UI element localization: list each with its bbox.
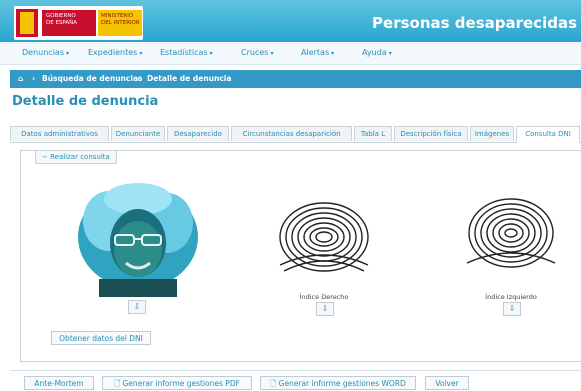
divider <box>10 370 581 371</box>
tab-datos-administrativos[interactable]: Datos administrativos <box>10 126 109 141</box>
caret-down-icon: ▾ <box>209 50 213 57</box>
tab-circunstancias[interactable]: Circunstancias desaparición <box>231 126 352 141</box>
tab-imagenes[interactable]: Imágenes <box>470 126 514 141</box>
caret-down-icon: ▾ <box>65 50 69 57</box>
tab-bar: Datos administrativos Denunciante Desapa… <box>10 126 581 143</box>
menu-estadisticas[interactable]: Estadísticas ▾ <box>160 48 213 57</box>
logo-gobierno: GOBIERNO DE ESPAÑA <box>42 10 96 36</box>
left-index-label: Índice Izquierdo <box>485 293 537 301</box>
download-icon: ⇩ <box>508 304 516 313</box>
caret-down-icon: ▾ <box>270 50 274 57</box>
page-title: Detalle de denuncia <box>12 94 159 109</box>
breadcrumb-separator: › <box>32 74 36 83</box>
menu-expedientes[interactable]: Expedientes ▾ <box>88 48 142 57</box>
menu-ayuda[interactable]: Ayuda ▾ <box>362 48 392 57</box>
caret-down-icon: ▾ <box>388 50 392 57</box>
caret-down-icon: ▾ <box>331 50 335 57</box>
app-title: Personas desaparecidas <box>372 14 577 32</box>
tab-tabla-l[interactable]: Tabla L <box>354 126 392 141</box>
coat-of-arms-shield-icon <box>20 12 34 34</box>
tab-descripcion-fisica[interactable]: Descripción física <box>394 126 468 141</box>
menu-cruces[interactable]: Cruces ▾ <box>241 48 273 57</box>
government-logo: GOBIERNO DE ESPAÑA MINISTERIO DEL INTERI… <box>14 6 143 40</box>
breadcrumb-detalle: Detalle de denuncia <box>147 74 232 83</box>
logo-ministerio: MINISTERIO DEL INTERIOR <box>98 10 142 36</box>
breadcrumb-separator: › <box>137 74 141 83</box>
obtener-datos-dni-button[interactable]: Obtener datos del DNI <box>51 331 151 345</box>
right-index-fingerprint <box>268 185 380 273</box>
menu-denuncias[interactable]: Denuncias ▾ <box>22 48 69 57</box>
left-index-fingerprint <box>453 185 565 273</box>
dni-photo <box>69 181 207 297</box>
breadcrumb-busqueda[interactable]: Búsqueda de denuncias <box>42 74 142 83</box>
download-icon: ⇩ <box>321 304 329 313</box>
right-index-label: Índice Derecho <box>299 293 349 301</box>
document-icon: 🗋 <box>270 379 279 388</box>
consulta-panel: − Realizar consulta ⇩ Índice Derecho ⇩ Í… <box>20 150 581 362</box>
realizar-consulta-legend[interactable]: − Realizar consulta <box>35 150 117 164</box>
download-left-index-button[interactable]: ⇩ <box>503 302 521 316</box>
download-right-index-button[interactable]: ⇩ <box>316 302 334 316</box>
tab-denunciante[interactable]: Denunciante <box>111 126 165 141</box>
menu-alertas[interactable]: Alertas ▾ <box>301 48 334 57</box>
main-menu: Denuncias ▾ Expedientes ▾ Estadísticas ▾ Cr… <box>0 42 581 65</box>
breadcrumb: ⌂ › Búsqueda de denuncias › Detalle de d… <box>10 70 581 88</box>
home-icon[interactable]: ⌂ <box>18 74 23 83</box>
download-icon: ⇩ <box>133 302 141 311</box>
tab-desaparecido[interactable]: Desaparecido <box>167 126 229 141</box>
download-photo-button[interactable]: ⇩ <box>128 300 146 314</box>
caret-down-icon: ▾ <box>139 50 143 57</box>
top-header: GOBIERNO DE ESPAÑA MINISTERIO DEL INTERI… <box>0 0 581 42</box>
tab-consulta-dni[interactable]: Consulta DNI <box>516 126 580 143</box>
